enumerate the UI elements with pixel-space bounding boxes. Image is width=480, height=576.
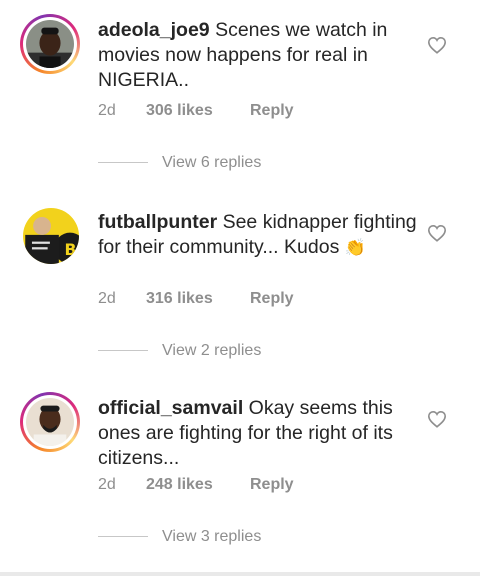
- bottom-divider: [0, 572, 480, 576]
- heart-outline-icon[interactable]: [427, 224, 447, 242]
- like-count[interactable]: 248 likes: [146, 476, 250, 494]
- view-replies-label: View 3 replies: [162, 528, 262, 545]
- comment-item: adeola_joe9 Scenes we watch in movies no…: [0, 14, 480, 184]
- divider-line: [98, 536, 148, 538]
- avatar[interactable]: [20, 14, 80, 74]
- comment-body: official_samvail Okay seems this ones ar…: [98, 396, 418, 471]
- clapping-hands-emoji: 👏: [344, 238, 366, 257]
- avatar-image: [26, 20, 74, 68]
- like-count[interactable]: 306 likes: [146, 102, 250, 120]
- like-count[interactable]: 316 likes: [146, 290, 250, 308]
- comment-body: adeola_joe9 Scenes we watch in movies no…: [98, 18, 418, 93]
- divider-line: [98, 162, 148, 164]
- comment-item: official_samvail Okay seems this ones ar…: [0, 392, 480, 562]
- comment-meta: 2d 316 likes Reply: [98, 290, 294, 308]
- comment-time: 2d: [98, 290, 116, 307]
- svg-text:B: B: [64, 240, 76, 259]
- view-replies-label: View 2 replies: [162, 342, 262, 359]
- view-replies-button[interactable]: View 6 replies: [98, 154, 261, 172]
- comment-meta: 2d 248 likes Reply: [98, 476, 294, 494]
- view-replies-button[interactable]: View 3 replies: [98, 528, 261, 546]
- comment-meta: 2d 306 likes Reply: [98, 102, 294, 120]
- comment-time: 2d: [98, 102, 116, 119]
- comment-item: B futballpunter See kidnapper fighting f…: [0, 206, 480, 376]
- heart-outline-icon[interactable]: [427, 410, 447, 428]
- avatar[interactable]: B: [23, 208, 79, 264]
- avatar[interactable]: [20, 392, 80, 452]
- divider-line: [98, 350, 148, 352]
- comment-username[interactable]: futballpunter: [98, 211, 217, 233]
- comment-username[interactable]: official_samvail: [98, 397, 243, 419]
- reply-button[interactable]: Reply: [250, 290, 294, 308]
- comment-body: futballpunter See kidnapper fighting for…: [98, 210, 418, 260]
- avatar-image: B: [23, 208, 79, 264]
- reply-button[interactable]: Reply: [250, 476, 294, 494]
- heart-outline-icon[interactable]: [427, 36, 447, 54]
- comment-username[interactable]: adeola_joe9: [98, 19, 210, 41]
- comment-time: 2d: [98, 476, 116, 493]
- reply-button[interactable]: Reply: [250, 102, 294, 120]
- avatar-image: [26, 398, 74, 446]
- view-replies-label: View 6 replies: [162, 154, 262, 171]
- view-replies-button[interactable]: View 2 replies: [98, 342, 261, 360]
